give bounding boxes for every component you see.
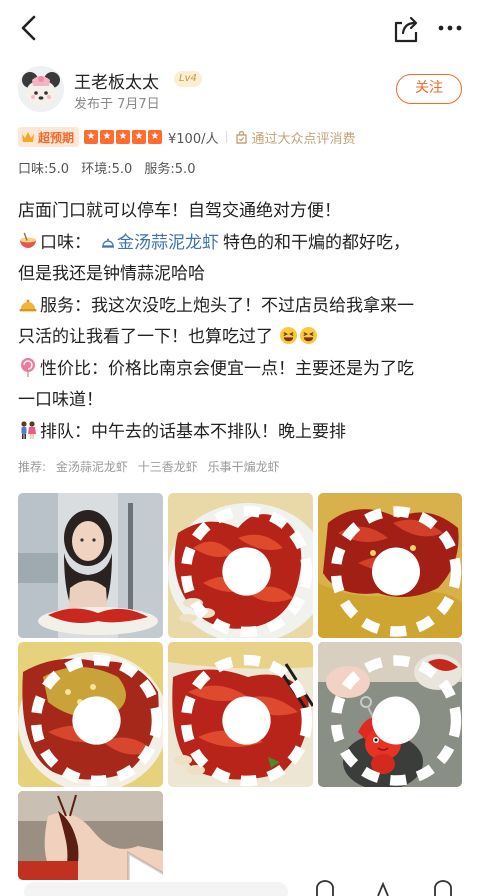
value-text: 性价比：价格比南京会便宜一点！主要还是为了吃 (40, 358, 414, 379)
author-header: 王老板太太 Lv4 发布于 7月7日 关注 (18, 66, 464, 116)
star-icon: ★ (132, 130, 147, 144)
star-icon: ★ (148, 130, 163, 144)
level-badge: Lv4 (174, 71, 202, 87)
review-line-taste: 口味： 金汤蒜泥龙虾 特色的和干煸的都好吃， (18, 228, 466, 260)
verified-icon (236, 130, 248, 144)
photo-thumbnail[interactable] (168, 493, 313, 638)
laughing-emoji-icon (300, 326, 318, 345)
price-per-person: ¥100/人 (168, 131, 219, 147)
lollipop-emoji-icon (21, 357, 35, 377)
back-arrow-icon[interactable] (14, 12, 46, 44)
environment-score: 环境:5.0 (81, 162, 133, 177)
post-date: 发布于 7月7日 (74, 97, 160, 112)
photo-woman-with-crayfish (18, 493, 163, 638)
service-bell-emoji-icon (19, 299, 37, 311)
divider (226, 131, 228, 143)
sub-scores: 口味:5.0 环境:5.0 服务:5.0 (18, 158, 203, 177)
favorite-icon[interactable] (432, 880, 454, 896)
avatar[interactable] (18, 66, 64, 112)
rating-row: 超预期 ★ ★ ★ ★ ★ ¥100/人 通过大众点评消费 (18, 127, 468, 147)
photo-thumbnail[interactable] (168, 642, 313, 787)
queue-text: 排队：中午去的话基本不排队！晚上要排 (40, 421, 346, 442)
top-bar (0, 0, 480, 58)
recommend-item[interactable]: 金汤蒜泥龙虾 (56, 460, 128, 474)
people-emoji-icon (21, 420, 36, 439)
recommend-item[interactable]: 乐事干煸龙虾 (208, 460, 280, 474)
crown-icon (22, 132, 34, 142)
live-photo-icon (30, 654, 163, 787)
video-thumbnail[interactable] (18, 791, 163, 880)
review-line: 但是我还是钟情蒜泥哈哈 (18, 264, 205, 284)
photo-thumbnail[interactable] (318, 493, 462, 638)
expect-tag: 超预期 (18, 127, 80, 147)
dish-bell-icon (102, 238, 114, 248)
recommend-item[interactable]: 十三香龙虾 (138, 460, 198, 474)
review-line-tasted: 只活的让我看了一下！也算吃过了 (18, 322, 466, 354)
more-icon[interactable] (436, 16, 464, 40)
author-name[interactable]: 王老板太太 (74, 68, 159, 93)
comment-input[interactable] (24, 882, 288, 896)
laughing-emoji-icon (280, 326, 298, 345)
star-icon: ★ (116, 130, 131, 144)
star-icon: ★ (100, 130, 115, 144)
service-text: 服务：我这次没吃上炮头了！不过店员给我拿来一 (40, 295, 414, 316)
live-photo-icon (330, 506, 462, 637)
bottom-action-bar (0, 876, 480, 896)
comment-icon[interactable] (314, 880, 336, 896)
live-photo-icon (180, 654, 313, 787)
recommended-dishes: 推荐: 金汤蒜泥龙虾 十三香龙虾 乐事干煸龙虾 (18, 458, 280, 475)
like-icon[interactable] (372, 880, 394, 896)
verified-badge: 通过大众点评消费 (235, 128, 356, 147)
dish-link-label: 金汤蒜泥龙虾 (117, 232, 219, 253)
photo-thumbnail[interactable] (18, 493, 163, 638)
recommend-label: 推荐: (18, 460, 47, 474)
share-icon[interactable] (392, 14, 420, 44)
star-rating: ★ ★ ★ ★ ★ (84, 130, 164, 144)
taste-score: 口味:5.0 (18, 162, 70, 177)
review-line: 店面门口就可以停车！自驾交通绝对方便！ (18, 201, 341, 221)
play-icon[interactable] (80, 843, 163, 880)
photo-thumbnail[interactable] (318, 642, 462, 787)
live-photo-icon (330, 655, 462, 786)
review-line-queue: 排队：中午去的话基本不排队！晚上要排 (18, 417, 466, 449)
star-icon: ★ (84, 130, 99, 144)
bowl-emoji-icon (20, 232, 36, 248)
expect-tag-label: 超预期 (38, 130, 75, 145)
verified-label: 通过大众点评消费 (251, 131, 356, 147)
service-score: 服务:5.0 (144, 162, 196, 177)
review-line-service: 服务：我这次没吃上炮头了！不过店员给我拿来一 (18, 291, 466, 323)
review-text: 店面门口就可以停车！自驾交通绝对方便！ 口味： 金汤蒜泥龙虾 特色的和干煸的都好吃，… (18, 196, 466, 448)
follow-button[interactable]: 关注 (396, 74, 462, 104)
taste-label: 口味： (40, 232, 91, 253)
photo-thumbnail[interactable] (18, 642, 163, 787)
dish-link[interactable]: 金汤蒜泥龙虾 (101, 233, 219, 253)
taste-text: 特色的和干煸的都好吃， (223, 232, 410, 253)
review-line: 一口味道！ (18, 390, 103, 410)
review-line-value: 性价比：价格比南京会便宜一点！主要还是为了吃 (18, 354, 466, 386)
live-photo-icon (180, 505, 313, 638)
tasted-text: 只活的让我看了一下！也算吃过了 (18, 327, 273, 347)
